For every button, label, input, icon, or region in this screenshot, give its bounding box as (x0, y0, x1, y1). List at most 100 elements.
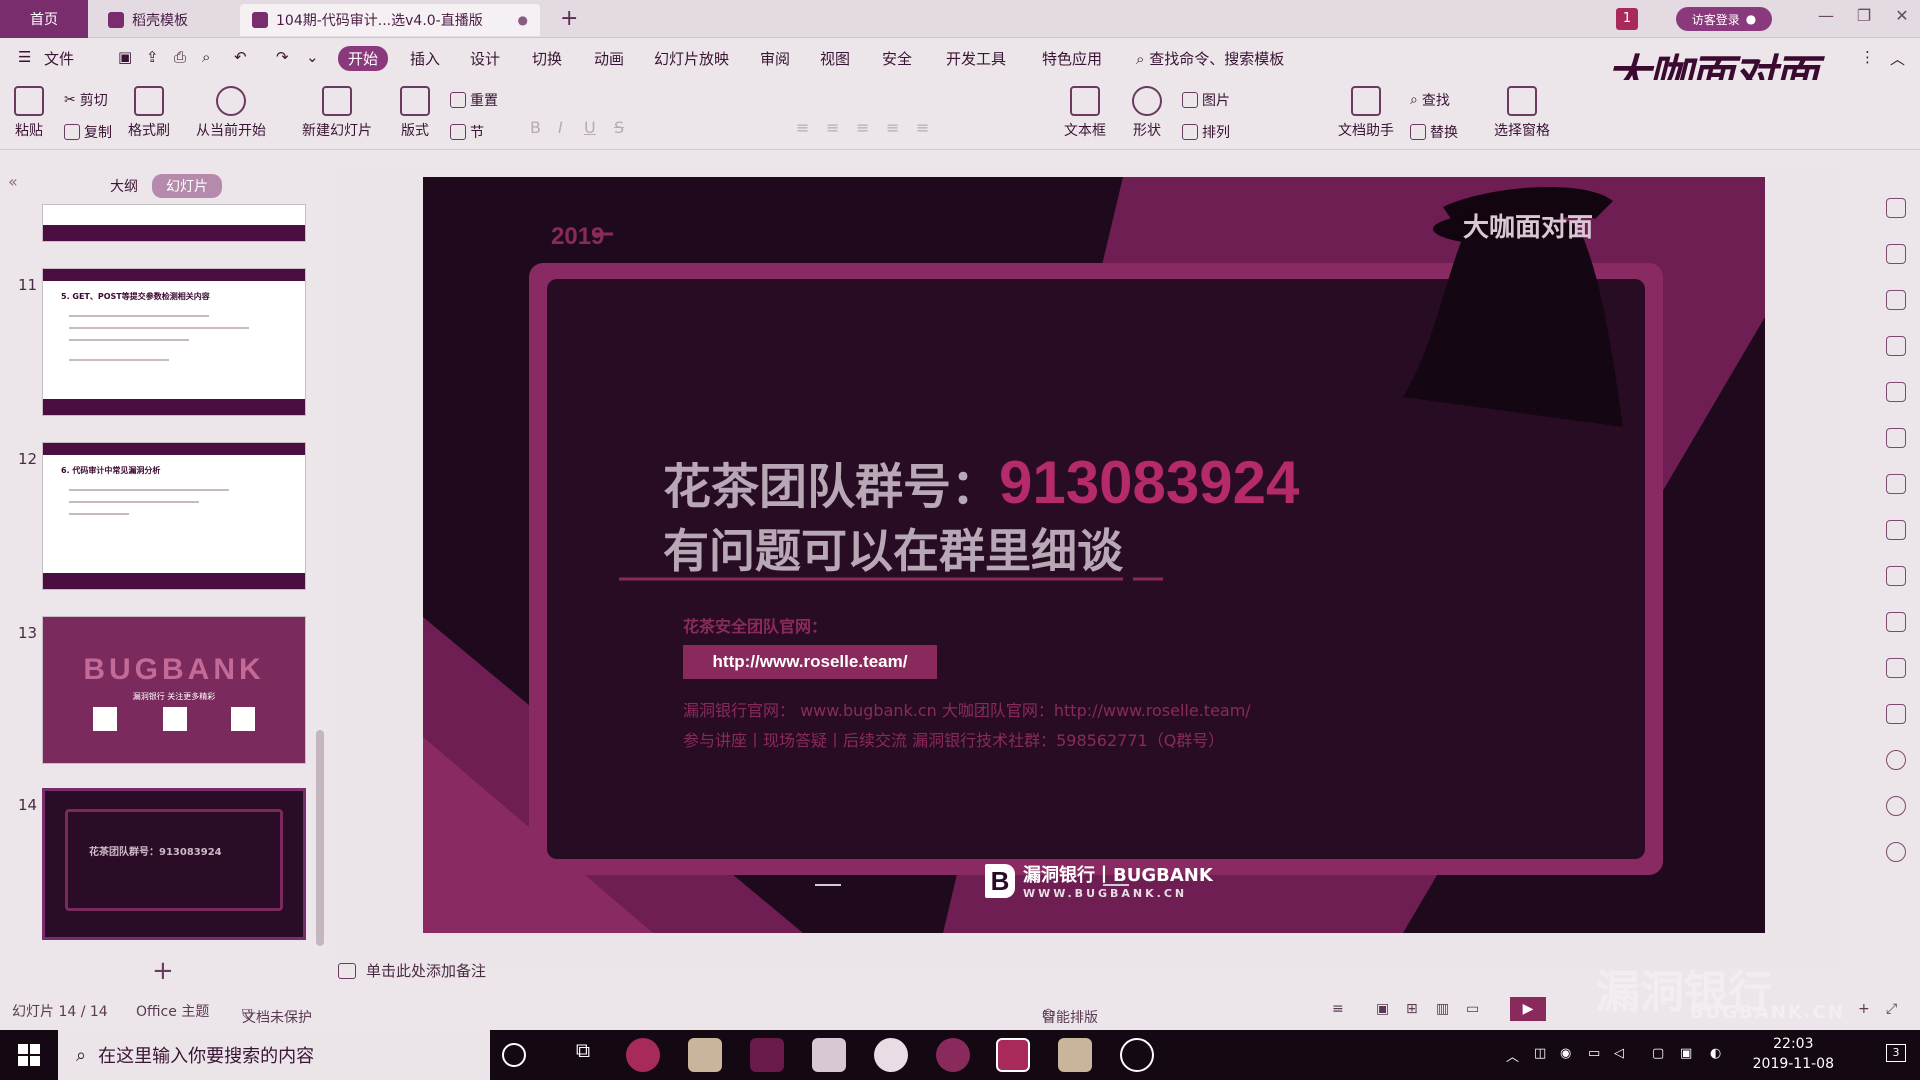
align-center-icon[interactable]: ≡ (826, 118, 839, 137)
redo-icon[interactable]: ↷ (276, 48, 289, 66)
wps-presentation-icon[interactable] (996, 1038, 1030, 1072)
wechat-icon[interactable]: ◉ (1560, 1046, 1571, 1061)
slide-thumbnail-11[interactable]: 5. GET、POST等提交参数检测相关内容 (42, 268, 306, 416)
tab-slides[interactable]: 幻灯片 (152, 174, 222, 198)
notification-center-icon[interactable]: 3 (1886, 1044, 1906, 1062)
play-from-current-button[interactable]: 从当前开始 (196, 86, 266, 140)
clock[interactable]: 22:03 2019-11-08 (1753, 1034, 1834, 1074)
slide-thumbnail-12[interactable]: 6. 代码审计中常见漏洞分析 (42, 442, 306, 590)
volume-icon[interactable]: ◁ (1614, 1046, 1624, 1061)
strikethrough-icon[interactable]: S (614, 118, 624, 137)
display-icon[interactable]: ▢ (1652, 1046, 1664, 1061)
save-icon[interactable]: ▣ (118, 48, 132, 66)
app-icon[interactable] (812, 1038, 846, 1072)
theme-name[interactable]: Office 主题 (136, 1001, 209, 1021)
menu-slideshow[interactable]: 幻灯片放映 (654, 48, 729, 69)
undo-icon[interactable]: ↶ (234, 48, 247, 66)
bold-icon[interactable]: B (530, 118, 541, 137)
menu-security[interactable]: 安全 (882, 48, 912, 69)
slide-thumbnail-13[interactable]: BUGBANK 漏洞银行 关注更多精彩 (42, 616, 306, 764)
distribute-icon[interactable]: ≡ (916, 118, 929, 137)
notification-badge[interactable]: 1 (1616, 8, 1638, 30)
tab-docer-templates[interactable]: 稻壳模板 (96, 4, 236, 36)
fit-window-icon[interactable]: ⤢ (1886, 1001, 1897, 1017)
italic-icon[interactable]: I (558, 118, 563, 137)
battery-icon[interactable]: ▭ (1588, 1046, 1600, 1061)
cut-button[interactable]: ✂ 剪切 (64, 90, 108, 110)
justify-icon[interactable]: ≡ (886, 118, 899, 137)
menu-insert[interactable]: 插入 (410, 48, 440, 69)
file-explorer-icon[interactable] (688, 1038, 722, 1072)
panel-scrollbar[interactable] (316, 730, 324, 946)
settings-icon[interactable] (1886, 474, 1906, 494)
normal-view-icon[interactable]: ▣ (1376, 1001, 1389, 1017)
zoom-in-icon[interactable]: + (1858, 1001, 1870, 1017)
print-icon[interactable]: ⎙ (174, 48, 186, 66)
section-button[interactable]: 节 (450, 122, 484, 142)
history-icon[interactable] (1886, 796, 1906, 816)
slide-thumbnail-14[interactable]: 花茶团队群号：913083924 (42, 788, 306, 940)
netease-music-icon[interactable] (626, 1038, 660, 1072)
layout-button[interactable]: 版式 (400, 86, 430, 140)
preview-icon[interactable]: ⌕ (202, 48, 210, 66)
help-icon[interactable] (1886, 842, 1906, 862)
paste-button[interactable]: 粘贴 (14, 86, 44, 140)
menu-file[interactable]: 文件 (44, 48, 74, 69)
picture-button[interactable]: 图片 (1182, 90, 1230, 110)
new-slide-button[interactable]: 新建幻灯片 (302, 86, 372, 140)
shape-button[interactable]: 形状 (1132, 86, 1162, 140)
reset-button[interactable]: 重置 (450, 90, 498, 110)
archive-icon[interactable] (1886, 612, 1906, 632)
textbox-button[interactable]: 文本框 (1064, 86, 1106, 140)
slide-transition-icon[interactable] (1886, 244, 1906, 264)
align-left-icon[interactable]: ≡ (796, 118, 809, 137)
reading-view-icon[interactable]: ▥ (1436, 1001, 1449, 1017)
tab-outline[interactable]: 大纲 (110, 176, 138, 196)
format-painter-button[interactable]: 格式刷 (128, 86, 170, 140)
hamburger-icon[interactable]: ☰ (18, 48, 31, 66)
collapse-panel-icon[interactable]: « (8, 172, 18, 191)
add-slide-icon[interactable]: + (152, 956, 174, 986)
doc-assistant-button[interactable]: 文档助手 (1338, 86, 1394, 140)
chart-icon[interactable] (1886, 428, 1906, 448)
menu-view[interactable]: 视图 (820, 48, 850, 69)
export-icon[interactable]: ⇪ (146, 48, 159, 66)
share-icon[interactable] (1886, 566, 1906, 586)
menu-features[interactable]: 特色应用 (1042, 48, 1102, 69)
notes-toggle-icon[interactable]: ≡ (1332, 1001, 1344, 1017)
antivirus-icon[interactable]: ◐ (1710, 1046, 1721, 1061)
tab-presentation[interactable]: 104期-代码审计...选v4.0-直播版 ● (240, 4, 540, 36)
login-button[interactable]: 访客登录 ● (1676, 7, 1772, 31)
chevron-down-icon[interactable]: ⌄ (306, 48, 319, 66)
taskbar-search[interactable]: ⌕ 在这里输入你要搜索的内容 (58, 1030, 490, 1080)
collapse-ribbon-icon[interactable]: ︿ (1890, 48, 1905, 69)
arrange-button[interactable]: 排列 (1182, 122, 1230, 142)
network-icon[interactable]: ◫ (1534, 1046, 1546, 1061)
image-icon[interactable] (1886, 520, 1906, 540)
notes-area[interactable]: 单击此处添加备注 (338, 960, 486, 981)
menu-design[interactable]: 设计 (470, 48, 500, 69)
compass-icon[interactable] (1886, 750, 1906, 770)
close-icon[interactable]: ● (518, 13, 528, 27)
chevron-up-icon[interactable]: ︿ (1506, 1046, 1519, 1065)
align-right-icon[interactable]: ≡ (856, 118, 869, 137)
slide-canvas[interactable]: 大咖面对面 2019 花茶团队群号：913083924 有问题可以在群里细谈 花… (423, 177, 1765, 933)
presenter-view-icon[interactable]: ▭ (1466, 1001, 1479, 1017)
app-icon[interactable] (750, 1038, 784, 1072)
start-button[interactable] (0, 1030, 58, 1080)
menu-review[interactable]: 审阅 (760, 48, 790, 69)
picture-icon[interactable] (1886, 658, 1906, 678)
object-properties-icon[interactable] (1886, 198, 1906, 218)
tab-home[interactable]: 首页 (0, 0, 88, 38)
ime-icon[interactable]: ▣ (1680, 1046, 1692, 1061)
menu-transition[interactable]: 切换 (532, 48, 562, 69)
app-icon[interactable] (1058, 1038, 1092, 1072)
browser-icon[interactable] (936, 1038, 970, 1072)
menu-developer[interactable]: 开发工具 (946, 48, 1006, 69)
minimize-icon[interactable]: — (1808, 6, 1844, 25)
close-window-icon[interactable]: ✕ (1884, 6, 1920, 25)
find-button[interactable]: ⌕ 查找 (1410, 90, 1450, 110)
more-icon[interactable]: ⋮ (1860, 48, 1875, 66)
replace-button[interactable]: 替换 (1410, 122, 1458, 142)
speaker-icon[interactable] (1886, 704, 1906, 724)
